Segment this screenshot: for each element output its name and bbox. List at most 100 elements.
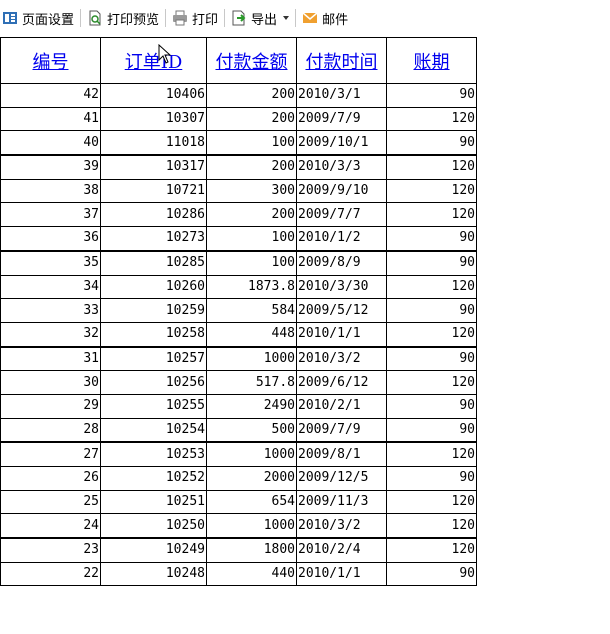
cell-amount: 100 (206, 226, 297, 252)
cell-term: 90 (386, 561, 477, 587)
sort-link-payment-time[interactable]: 付款时间 (306, 52, 378, 73)
sort-link-number[interactable]: 编号 (33, 52, 69, 73)
header-amount[interactable]: 付款金额 (206, 37, 297, 84)
table-row: 32 10258 448 2010/1/1 120 (0, 321, 477, 348)
cell-amount: 200 (206, 202, 297, 228)
cell-number: 27 (0, 441, 101, 468)
table-row: 23 10249 1800 2010/2/4 120 (0, 537, 477, 563)
cell-order-id: 11018 (100, 130, 207, 157)
cell-amount: 2000 (206, 466, 297, 491)
cell-number: 31 (0, 346, 101, 372)
page-setup-button[interactable]: 页面设置 (2, 6, 74, 30)
cell-number: 22 (0, 561, 101, 587)
table-row: 35 10285 100 2009/8/9 90 (0, 250, 477, 276)
cell-term: 120 (386, 441, 477, 468)
cell-order-id: 10249 (100, 537, 207, 563)
cell-term: 120 (386, 370, 477, 395)
page-setup-label: 页面设置 (22, 12, 75, 28)
report-toolbar: 页面设置 打印预览 打印 导出 邮件 (0, 0, 610, 36)
cell-order-id: 10721 (100, 178, 207, 204)
cell-amount: 1000 (206, 346, 297, 372)
export-dropdown-button[interactable]: 导出 (231, 6, 290, 30)
cell-order-id: 10260 (100, 274, 207, 300)
cell-payment-time: 2010/1/2 (296, 226, 387, 252)
cell-amount: 500 (206, 417, 297, 444)
print-button[interactable]: 打印 (172, 6, 218, 30)
cell-term: 90 (386, 298, 477, 323)
table-body: 42 10406 200 2010/3/1 90 41 10307 200 2009/7/9 12… (0, 83, 477, 587)
print-preview-button[interactable]: 打印预览 (87, 6, 159, 30)
cell-payment-time: 2010/2/1 (296, 393, 387, 419)
cell-amount: 300 (206, 178, 297, 204)
cell-payment-time: 2009/12/5 (296, 466, 387, 491)
cell-amount: 2490 (206, 393, 297, 419)
cell-number: 26 (0, 466, 101, 491)
cell-term: 120 (386, 274, 477, 300)
chevron-down-icon (283, 16, 290, 20)
table-row: 27 10253 1000 2009/8/1 120 (0, 441, 477, 468)
cell-payment-time: 2010/1/1 (296, 321, 387, 348)
cell-order-id: 10254 (100, 417, 207, 444)
cell-term: 120 (386, 513, 477, 540)
cell-number: 41 (0, 106, 101, 132)
cell-term: 90 (386, 346, 477, 372)
cell-term: 120 (386, 178, 477, 204)
cell-order-id: 10286 (100, 202, 207, 228)
cell-payment-time: 2009/8/9 (296, 250, 387, 276)
table-row: 31 10257 1000 2010/3/2 90 (0, 346, 477, 372)
table-row: 24 10250 1000 2010/3/2 120 (0, 513, 477, 540)
header-number[interactable]: 编号 (0, 37, 101, 84)
cell-term: 90 (386, 250, 477, 276)
header-order-id[interactable]: 订单ID (100, 37, 207, 84)
cell-payment-time: 2010/3/3 (296, 154, 387, 180)
sort-link-amount[interactable]: 付款金额 (216, 52, 288, 73)
mail-button[interactable]: 邮件 (302, 6, 348, 30)
sort-link-term[interactable]: 账期 (414, 52, 450, 73)
export-label: 导出 (251, 12, 278, 28)
cell-payment-time: 2009/7/7 (296, 202, 387, 228)
cell-number: 39 (0, 154, 101, 180)
cell-payment-time: 2010/3/1 (296, 83, 387, 108)
cell-term: 120 (386, 154, 477, 180)
cell-amount: 200 (206, 83, 297, 108)
table-row: 28 10254 500 2009/7/9 90 (0, 417, 477, 444)
cell-number: 30 (0, 370, 101, 395)
table-row: 36 10273 100 2010/1/2 90 (0, 226, 477, 252)
cell-amount: 1873.8 (206, 274, 297, 300)
cell-term: 120 (386, 106, 477, 132)
cell-number: 24 (0, 513, 101, 540)
table-row: 29 10255 2490 2010/2/1 90 (0, 393, 477, 419)
cell-amount: 1000 (206, 513, 297, 540)
cell-order-id: 10251 (100, 489, 207, 515)
cell-number: 28 (0, 417, 101, 444)
cell-number: 23 (0, 537, 101, 563)
cell-number: 29 (0, 393, 101, 419)
cell-order-id: 10317 (100, 154, 207, 180)
cell-payment-time: 2009/8/1 (296, 441, 387, 468)
cell-term: 120 (386, 321, 477, 348)
cell-term: 120 (386, 489, 477, 515)
cell-term: 90 (386, 393, 477, 419)
cell-payment-time: 2009/10/1 (296, 130, 387, 157)
cell-payment-time: 2009/7/9 (296, 106, 387, 132)
sort-link-order-id[interactable]: 订单ID (125, 52, 183, 73)
cell-amount: 1000 (206, 441, 297, 468)
cell-order-id: 10250 (100, 513, 207, 540)
table-header-row: 编号 订单ID 付款金额 付款时间 账期 (0, 37, 477, 84)
table-row: 37 10286 200 2009/7/7 120 (0, 202, 477, 228)
cell-payment-time: 2009/11/3 (296, 489, 387, 515)
export-icon (231, 10, 247, 26)
cell-order-id: 10248 (100, 561, 207, 587)
cell-amount: 200 (206, 154, 297, 180)
table-row: 25 10251 654 2009/11/3 120 (0, 489, 477, 515)
cell-order-id: 10307 (100, 106, 207, 132)
header-payment-time[interactable]: 付款时间 (296, 37, 387, 84)
cell-amount: 448 (206, 321, 297, 348)
cell-number: 32 (0, 321, 101, 348)
mail-label: 邮件 (322, 12, 349, 28)
cell-order-id: 10285 (100, 250, 207, 276)
cell-order-id: 10252 (100, 466, 207, 491)
header-term[interactable]: 账期 (386, 37, 477, 84)
cell-payment-time: 2009/7/9 (296, 417, 387, 444)
table-row: 40 11018 100 2009/10/1 90 (0, 130, 477, 157)
